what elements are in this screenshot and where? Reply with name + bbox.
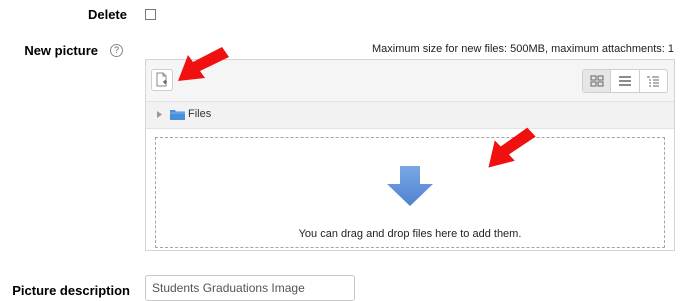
red-arrow-icon-2: [488, 127, 536, 168]
red-arrow-icon: [178, 47, 229, 81]
dropzone-instructions: You can drag and drop files here to add …: [298, 228, 522, 240]
tree-view-button[interactable]: [640, 70, 667, 92]
path-folder-label[interactable]: Files: [188, 108, 211, 120]
drop-arrow-icon: [387, 166, 433, 206]
list-view-button[interactable]: [611, 70, 640, 92]
grid-icon: [590, 75, 604, 87]
filepicker-path-bar: Files: [146, 102, 674, 129]
view-mode-toggle: [582, 69, 668, 93]
delete-label: Delete: [87, 7, 127, 22]
file-drop-zone[interactable]: You can drag and drop files here to add …: [155, 137, 665, 248]
new-picture-label: New picture: [24, 43, 98, 58]
picture-description-label: Picture description: [12, 283, 130, 298]
icons-view-button[interactable]: [583, 70, 612, 92]
picture-description-input[interactable]: [145, 275, 355, 301]
help-icon[interactable]: ?: [110, 44, 123, 57]
add-file-button[interactable]: [151, 69, 173, 91]
expand-triangle-icon[interactable]: [156, 110, 163, 119]
folder-icon: [170, 110, 185, 120]
max-size-notice: Maximum size for new files: 500MB, maxim…: [372, 43, 674, 55]
add-file-icon: [156, 72, 167, 87]
tree-icon: [647, 76, 660, 87]
delete-checkbox[interactable]: [145, 9, 156, 20]
list-icon: [618, 76, 631, 86]
filepicker: Files You can drag and drop files here t…: [145, 59, 675, 251]
